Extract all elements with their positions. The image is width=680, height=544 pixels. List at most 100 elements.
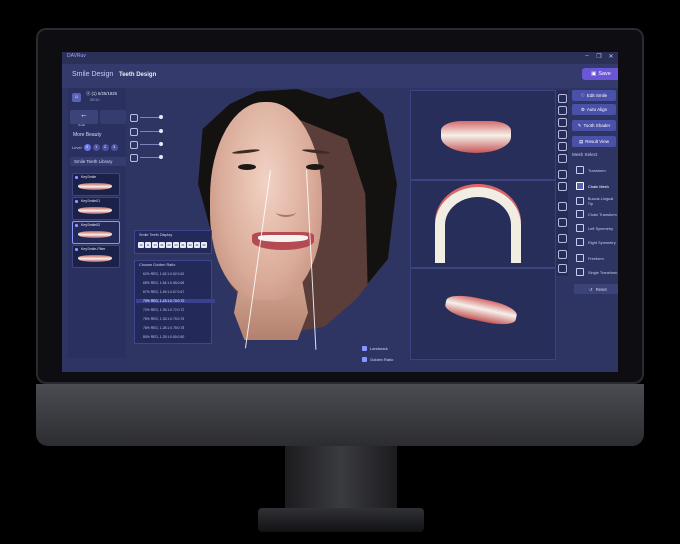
undo-button[interactable]: ← Undo: [70, 110, 98, 127]
save-button[interactable]: ▣ Save: [582, 68, 618, 80]
patient-card[interactable]: ☺ ⓐ (1) 6/25/1925 00/10: [70, 90, 126, 106]
monitor-stand: [285, 446, 397, 510]
cube-icon[interactable]: [558, 118, 567, 127]
monitor-foot: [258, 508, 424, 532]
level-2[interactable]: 2: [101, 144, 109, 151]
tooth-number[interactable]: 12: [138, 242, 144, 248]
slider-control[interactable]: [130, 141, 166, 149]
level-1[interactable]: 1: [92, 144, 100, 151]
mesh-item-label: Transform: [588, 167, 606, 173]
result-view-button[interactable]: ▤ Result View: [572, 136, 616, 147]
ratio-option[interactable]: 67% RED, 1.49:1:0.67:0.67: [143, 290, 184, 294]
golden-ratio-label: Golden Ratio: [370, 357, 394, 362]
save-label: Save: [598, 71, 611, 77]
pin-icon[interactable]: [558, 234, 567, 243]
library-item[interactable]: KeySmile01: [72, 197, 120, 220]
redo-button[interactable]: [100, 110, 126, 124]
check-icon: [75, 200, 78, 203]
tooth-icon[interactable]: [558, 182, 567, 191]
tooth-number[interactable]: 13: [152, 242, 158, 248]
library-item[interactable]: KeySmile: [72, 173, 120, 196]
library-item-selected[interactable]: KeySmile02: [72, 221, 120, 244]
smile-library-title: Smile Teeth Library: [70, 157, 126, 166]
check-icon: [75, 176, 78, 179]
grid-icon[interactable]: [558, 154, 567, 163]
tooth-number[interactable]: 11: [145, 242, 151, 248]
view-occlusal-teeth[interactable]: [410, 180, 556, 268]
mesh-item-right-symmetry[interactable]: Right Symmetry: [576, 238, 616, 246]
minimize-icon[interactable]: –: [582, 53, 592, 59]
view-frontal-teeth[interactable]: [410, 90, 556, 180]
tooth-number[interactable]: 42: [201, 242, 207, 248]
ratio-option[interactable]: 80% RED, 1.25:1:0.80:0.80: [143, 335, 184, 339]
reset-button[interactable]: ↺ Reset: [574, 284, 618, 294]
mesh-select-title: Mesh Select: [572, 152, 598, 157]
mesh-item-label: Chain Transform: [588, 211, 617, 217]
ruler-icon[interactable]: [558, 264, 567, 273]
chain-transform-icon: [576, 210, 584, 218]
level-3[interactable]: 3: [110, 144, 118, 151]
mesh-item-label: Chain Mesh: [588, 183, 609, 189]
landmark-toggle[interactable]: Landmark: [362, 346, 388, 351]
tooth-icon: [130, 128, 138, 136]
module-title: Smile Design: [72, 71, 114, 78]
edit-smile-button[interactable]: ♡ Edit Smile: [572, 90, 616, 101]
mesh-item-chain-mesh[interactable]: Chain Mesh: [576, 182, 609, 190]
undo-icon: ←: [80, 110, 88, 119]
ratio-option[interactable]: 72% RED, 1.39:1:0.72:0.72: [143, 308, 184, 312]
level-0[interactable]: 0: [83, 144, 91, 151]
cube-icon[interactable]: [558, 130, 567, 139]
tooth-number[interactable]: 23: [173, 242, 179, 248]
patient-sub: 00/10: [90, 98, 100, 102]
mesh-item-chain-transform[interactable]: Chain Transform: [576, 210, 617, 218]
tooth-number[interactable]: 41: [194, 242, 200, 248]
check-icon: [75, 248, 78, 251]
ratio-option[interactable]: 75% RED, 1.33:1:0.75:0.75: [143, 317, 184, 321]
view-toolbar: [556, 90, 568, 276]
tooth-icon: [130, 154, 138, 162]
tooth-number[interactable]: 32: [187, 242, 193, 248]
tooth-icon[interactable]: [558, 170, 567, 179]
ratio-option[interactable]: 78% RED, 1.28:1:0.78:0.78: [143, 326, 184, 330]
mesh-item-buccal-lingual[interactable]: Buccal-Lingual Tip: [576, 196, 618, 206]
slider-control[interactable]: [130, 154, 166, 162]
check-icon: [75, 224, 78, 227]
auto-align-button[interactable]: ⚙ Auto Align: [572, 104, 616, 115]
button-label: Edit Smile: [586, 93, 608, 98]
ratio-option[interactable]: 62% RED, 1.62:1:0.62:0.62: [143, 272, 184, 276]
tooth-number[interactable]: 22: [166, 242, 172, 248]
ratio-option[interactable]: 65% RED, 1.54:1:0.65:0.65: [143, 281, 184, 285]
monitor-chin: [36, 384, 644, 446]
lateral-arch-model: [443, 291, 519, 329]
ratio-option-selected[interactable]: 70% RED, 1.43:1:0.70:0.70: [136, 299, 215, 303]
library-item[interactable]: KeySmile-Filter: [72, 245, 120, 268]
tab-teeth-design[interactable]: Teeth Design: [119, 72, 156, 78]
monitor-icon[interactable]: [558, 218, 567, 227]
slider-control[interactable]: [130, 114, 166, 122]
level-selector: Level 0 1 2 3: [72, 144, 118, 151]
library-item-name: KeySmile02: [81, 223, 101, 227]
smile-teeth-overlay[interactable]: [258, 235, 308, 242]
view-lateral-teeth[interactable]: [410, 268, 556, 360]
mesh-item-freeform[interactable]: Freeform: [576, 254, 604, 262]
person-icon[interactable]: [558, 250, 567, 259]
arch-icon[interactable]: [558, 202, 567, 211]
shader-icon: ✎: [577, 122, 582, 128]
copy-icon[interactable]: [558, 142, 567, 151]
mesh-item-transform[interactable]: Transform: [576, 166, 606, 174]
close-icon[interactable]: ✕: [606, 53, 616, 60]
view-icon[interactable]: [558, 94, 567, 103]
tooth-shader-button[interactable]: ✎ Tooth Shader: [572, 120, 616, 131]
slider-control[interactable]: [130, 128, 166, 136]
layers-icon[interactable]: [558, 106, 567, 115]
golden-ratio-toggle[interactable]: Golden Ratio: [362, 357, 393, 362]
frontal-arch-model: [441, 121, 511, 153]
tooth-number[interactable]: 31: [180, 242, 186, 248]
move-icon: [576, 268, 584, 276]
mesh-item-single-transform[interactable]: Single Transform: [576, 268, 617, 276]
app-logo: DAVRuv: [67, 53, 86, 59]
tooth-number[interactable]: 21: [159, 242, 165, 248]
mesh-item-label: Single Transform: [588, 269, 618, 275]
mesh-item-left-symmetry[interactable]: Left Symmetry: [576, 224, 613, 232]
maximize-icon[interactable]: ❐: [594, 53, 604, 60]
